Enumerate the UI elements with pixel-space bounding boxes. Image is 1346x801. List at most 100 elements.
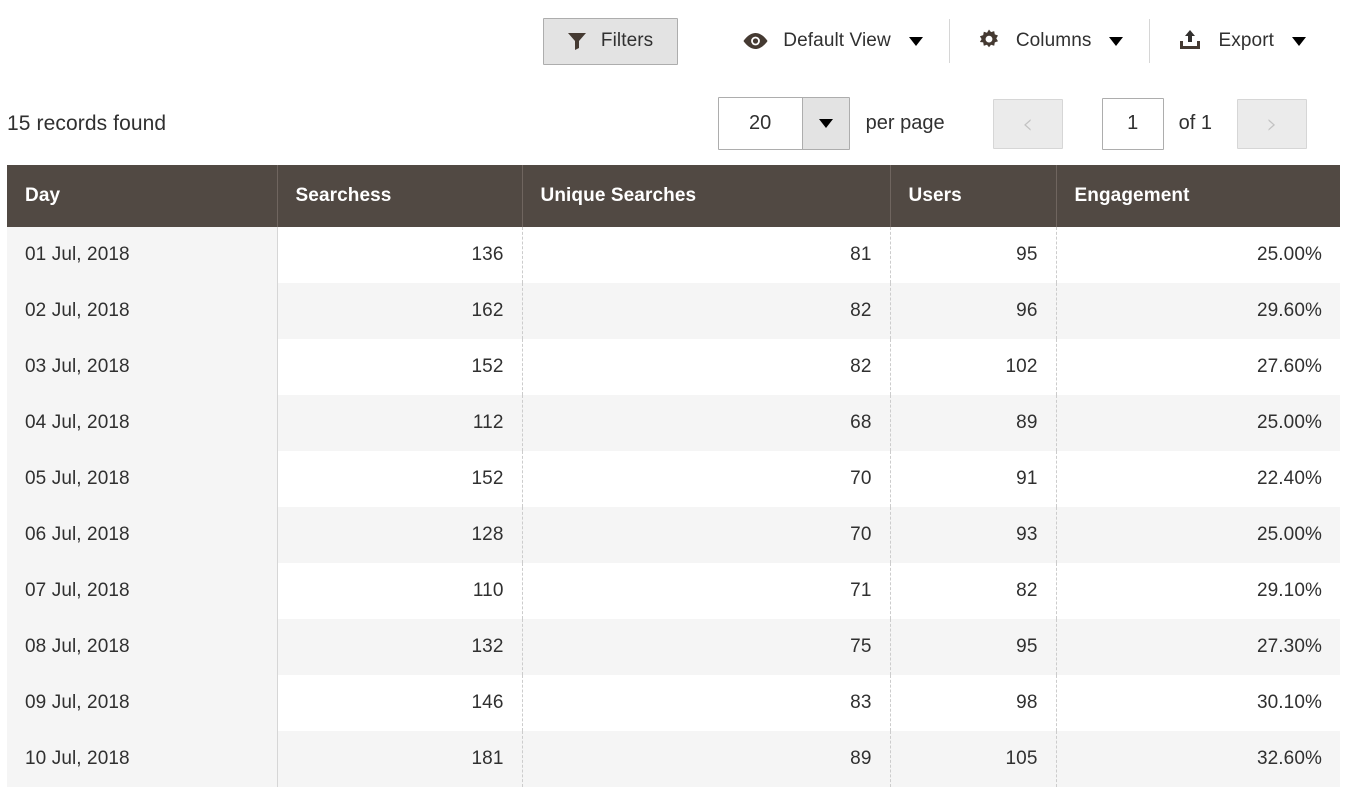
filters-button[interactable]: Filters bbox=[542, 17, 679, 65]
table-row[interactable]: 05 Jul, 2018 152 70 91 22.40% bbox=[7, 451, 1340, 507]
cell-searchess: 146 bbox=[277, 675, 523, 731]
cell-users: 98 bbox=[890, 675, 1057, 731]
cell-unique-searches: 81 bbox=[522, 227, 891, 283]
cell-users: 82 bbox=[890, 563, 1057, 619]
cell-day: 07 Jul, 2018 bbox=[7, 563, 278, 619]
cell-engagement: 30.10% bbox=[1056, 675, 1340, 731]
cell-users: 102 bbox=[890, 339, 1057, 395]
cell-day: 05 Jul, 2018 bbox=[7, 451, 278, 507]
per-page-value: 20 bbox=[718, 98, 802, 149]
cell-engagement: 32.60% bbox=[1056, 731, 1340, 787]
filter-funnel-icon bbox=[566, 30, 588, 52]
cell-users: 93 bbox=[890, 507, 1057, 563]
cell-unique-searches: 68 bbox=[522, 395, 891, 451]
export-dropdown[interactable]: Export bbox=[1150, 19, 1332, 63]
table-row[interactable]: 03 Jul, 2018 152 82 102 27.60% bbox=[7, 339, 1340, 395]
columns-label: Columns bbox=[1015, 30, 1092, 51]
cell-unique-searches: 83 bbox=[522, 675, 891, 731]
cell-engagement: 29.60% bbox=[1056, 283, 1340, 339]
cell-unique-searches: 70 bbox=[522, 451, 891, 507]
page-number-input[interactable]: 1 bbox=[1101, 97, 1164, 150]
cell-unique-searches: 71 bbox=[522, 563, 891, 619]
cell-day: 08 Jul, 2018 bbox=[7, 619, 278, 675]
table-row[interactable]: 06 Jul, 2018 128 70 93 25.00% bbox=[7, 507, 1340, 563]
cell-day: 09 Jul, 2018 bbox=[7, 675, 278, 731]
cell-searchess: 181 bbox=[277, 731, 523, 787]
per-page-label: per page bbox=[865, 112, 945, 134]
cell-users: 89 bbox=[890, 395, 1057, 451]
cell-searchess: 152 bbox=[277, 339, 523, 395]
cell-users: 96 bbox=[890, 283, 1057, 339]
cell-day: 10 Jul, 2018 bbox=[7, 731, 278, 787]
chevron-down-icon bbox=[818, 119, 833, 128]
cell-unique-searches: 75 bbox=[522, 619, 891, 675]
table-body: 01 Jul, 2018 136 81 95 25.00% 02 Jul, 2018 162… bbox=[7, 227, 1340, 787]
total-pages-label: of 1 bbox=[1178, 112, 1212, 134]
export-label: Export bbox=[1218, 30, 1274, 51]
cell-searchess: 112 bbox=[277, 395, 523, 451]
previous-page-button[interactable]: ‹ bbox=[992, 98, 1063, 149]
table-row[interactable]: 02 Jul, 2018 162 82 96 29.60% bbox=[7, 283, 1340, 339]
cell-searchess: 162 bbox=[277, 283, 523, 339]
eye-icon bbox=[742, 31, 769, 51]
cell-engagement: 25.00% bbox=[1056, 395, 1340, 451]
column-header-day[interactable]: Day bbox=[7, 165, 278, 227]
filters-label: Filters bbox=[600, 30, 654, 51]
table-row[interactable]: 04 Jul, 2018 112 68 89 25.00% bbox=[7, 395, 1340, 451]
cell-day: 01 Jul, 2018 bbox=[7, 227, 278, 283]
search-terms-report-table: Day Searchess Unique Searches Users Enga… bbox=[7, 165, 1340, 787]
cell-engagement: 25.00% bbox=[1056, 227, 1340, 283]
gear-icon bbox=[976, 28, 1002, 54]
chevron-left-icon: ‹ bbox=[1022, 106, 1034, 140]
toolbar-controls: Filters Default View Columns Export bbox=[542, 17, 1332, 65]
table-row[interactable]: 07 Jul, 2018 110 71 82 29.10% bbox=[7, 563, 1340, 619]
column-header-unique-searches[interactable]: Unique Searches bbox=[522, 165, 891, 227]
default-view-dropdown[interactable]: Default View bbox=[716, 19, 949, 63]
column-header-users[interactable]: Users bbox=[890, 165, 1057, 227]
column-header-searchess[interactable]: Searchess bbox=[277, 165, 523, 227]
chevron-right-icon: › bbox=[1266, 106, 1278, 140]
cell-unique-searches: 70 bbox=[522, 507, 891, 563]
cell-searchess: 110 bbox=[277, 563, 523, 619]
cell-unique-searches: 82 bbox=[522, 283, 891, 339]
cell-engagement: 22.40% bbox=[1056, 451, 1340, 507]
table-row[interactable]: 10 Jul, 2018 181 89 105 32.60% bbox=[7, 731, 1340, 787]
cell-engagement: 29.10% bbox=[1056, 563, 1340, 619]
upload-export-icon bbox=[1176, 28, 1204, 54]
per-page-select[interactable]: 20 bbox=[717, 97, 850, 150]
cell-searchess: 152 bbox=[277, 451, 523, 507]
chevron-down-icon bbox=[1292, 36, 1306, 46]
table-header-row: Day Searchess Unique Searches Users Enga… bbox=[7, 165, 1340, 227]
cell-unique-searches: 82 bbox=[522, 339, 891, 395]
table-row[interactable]: 08 Jul, 2018 132 75 95 27.30% bbox=[7, 619, 1340, 675]
grid-subheader: 15 records found 20 per page ‹ 1 of 1 › bbox=[0, 82, 1346, 165]
grid-toolbar: Filters Default View Columns Export bbox=[0, 0, 1346, 82]
cell-day: 02 Jul, 2018 bbox=[7, 283, 278, 339]
cell-searchess: 128 bbox=[277, 507, 523, 563]
cell-engagement: 25.00% bbox=[1056, 507, 1340, 563]
per-page-dropdown-toggle[interactable] bbox=[801, 98, 849, 149]
chevron-down-icon bbox=[1109, 36, 1124, 46]
records-found-label: 15 records found bbox=[7, 111, 167, 135]
cell-unique-searches: 89 bbox=[522, 731, 891, 787]
chevron-down-icon bbox=[908, 36, 923, 46]
cell-users: 95 bbox=[890, 619, 1057, 675]
data-grid-container: Day Searchess Unique Searches Users Enga… bbox=[0, 165, 1346, 787]
cell-users: 105 bbox=[890, 731, 1057, 787]
columns-dropdown[interactable]: Columns bbox=[950, 19, 1150, 63]
cell-users: 91 bbox=[890, 451, 1057, 507]
column-header-engagement[interactable]: Engagement bbox=[1056, 165, 1340, 227]
cell-engagement: 27.30% bbox=[1056, 619, 1340, 675]
cell-searchess: 132 bbox=[277, 619, 523, 675]
cell-day: 04 Jul, 2018 bbox=[7, 395, 278, 451]
pagination-controls: 20 per page ‹ 1 of 1 › bbox=[717, 97, 1332, 150]
table-row[interactable]: 01 Jul, 2018 136 81 95 25.00% bbox=[7, 227, 1340, 283]
cell-day: 03 Jul, 2018 bbox=[7, 339, 278, 395]
next-page-button[interactable]: › bbox=[1237, 98, 1307, 149]
cell-users: 95 bbox=[890, 227, 1057, 283]
cell-day: 06 Jul, 2018 bbox=[7, 507, 278, 563]
cell-engagement: 27.60% bbox=[1056, 339, 1340, 395]
table-head: Day Searchess Unique Searches Users Enga… bbox=[7, 165, 1340, 227]
table-row[interactable]: 09 Jul, 2018 146 83 98 30.10% bbox=[7, 675, 1340, 731]
cell-searchess: 136 bbox=[277, 227, 523, 283]
